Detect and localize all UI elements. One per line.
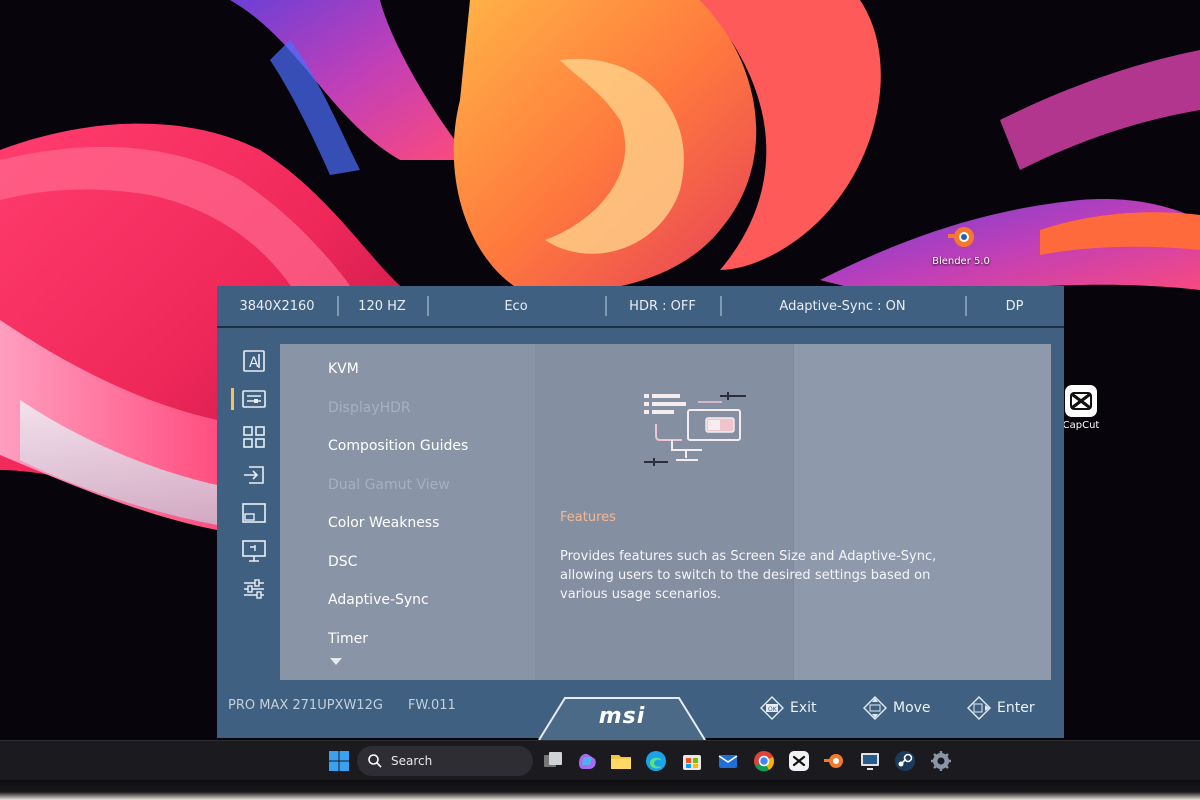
menu-item-dsc[interactable]: DSC xyxy=(328,543,528,582)
input-source-icon[interactable] xyxy=(241,462,267,488)
capcut-icon xyxy=(1065,385,1097,417)
hint-enter-label: Enter xyxy=(997,700,1035,716)
settings-icon[interactable] xyxy=(929,749,953,773)
status-adaptive-sync: Adaptive-Sync : ON xyxy=(720,286,965,326)
features-menu-list: KVM DisplayHDR Composition Guides Dual G… xyxy=(328,350,528,658)
blender-icon[interactable] xyxy=(822,749,846,773)
monitor-bezel xyxy=(0,780,1200,800)
copilot-icon[interactable] xyxy=(575,749,599,773)
osd-footer: PRO MAX 271UPXW12G FW.011 msi OK Exit Mo… xyxy=(217,680,1064,740)
monitor-osd-menu: 3840X2160 120 HZ Eco HDR : OFF Adaptive-… xyxy=(217,286,1064,740)
chrome-icon[interactable] xyxy=(752,749,776,773)
menu-item-color-weakness[interactable]: Color Weakness xyxy=(328,504,528,543)
feature-title: Features xyxy=(560,510,616,525)
joystick-press-icon: OK xyxy=(760,696,784,720)
menu-item-kvm[interactable]: KVM xyxy=(328,350,528,389)
pip-icon[interactable] xyxy=(241,500,267,526)
joystick-enter-icon xyxy=(967,696,991,720)
capcut-icon[interactable] xyxy=(787,749,811,773)
settings-icon[interactable] xyxy=(241,576,267,602)
taskbar-search-box[interactable]: Search xyxy=(357,746,533,776)
scroll-down-arrow-icon[interactable] xyxy=(330,658,342,665)
hint-exit-label: Exit xyxy=(790,700,817,716)
menu-item-timer[interactable]: Timer xyxy=(328,620,528,659)
hint-enter: Enter xyxy=(967,696,1035,720)
svg-text:OK: OK xyxy=(768,706,778,713)
start-button-icon[interactable] xyxy=(327,749,351,773)
status-refresh-rate: 120 HZ xyxy=(337,286,427,326)
search-label: Search xyxy=(391,754,433,768)
status-resolution: 3840X2160 xyxy=(239,298,315,314)
remote-icon[interactable] xyxy=(858,749,882,773)
image-icon[interactable] xyxy=(241,538,267,564)
hint-exit: OK Exit xyxy=(760,696,817,720)
menu-item-composition-guides[interactable]: Composition Guides xyxy=(328,427,528,466)
joystick-move-icon xyxy=(863,696,887,720)
desktop-icon-blender[interactable]: Blender 5.0 xyxy=(926,220,996,267)
hint-move-label: Move xyxy=(893,700,931,716)
osd-sidebar: A xyxy=(229,346,281,680)
hint-move: Move xyxy=(863,696,931,720)
osd-status-bar: 3840X2160 120 HZ Eco HDR : OFF Adaptive-… xyxy=(217,286,1064,328)
task-view-icon[interactable] xyxy=(541,749,565,773)
store-icon[interactable] xyxy=(680,749,704,773)
gaming-icon[interactable]: A xyxy=(241,348,267,374)
edge-icon[interactable] xyxy=(644,749,668,773)
feature-description: Provides features such as Screen Size an… xyxy=(560,549,937,602)
svg-text:A: A xyxy=(249,355,259,371)
menu-item-displayhdr: DisplayHDR xyxy=(328,399,411,416)
features-icon[interactable] xyxy=(231,386,267,412)
menu-item-dual-gamut-view: Dual Gamut View xyxy=(328,476,450,493)
desktop-icon-label: Blender 5.0 xyxy=(932,256,990,267)
status-input: DP xyxy=(965,286,1064,326)
features-illustration-icon xyxy=(644,392,746,466)
blender-icon xyxy=(948,227,974,247)
layout-icon[interactable] xyxy=(241,424,267,450)
msi-logo: msi xyxy=(537,694,707,740)
mail-icon[interactable] xyxy=(716,749,740,773)
osd-content-panel: KVM DisplayHDR Composition Guides Dual G… xyxy=(280,344,1051,680)
status-profile: Eco xyxy=(427,286,605,326)
menu-item-adaptive-sync[interactable]: Adaptive-Sync xyxy=(328,581,528,620)
model-name: PRO MAX 271UPXW12G xyxy=(228,698,383,713)
status-hdr: HDR : OFF xyxy=(605,286,720,326)
file-explorer-icon[interactable] xyxy=(609,749,633,773)
search-icon xyxy=(368,754,382,768)
windows-taskbar: Search xyxy=(0,740,1200,780)
steam-icon[interactable] xyxy=(893,749,917,773)
firmware-version: FW.011 xyxy=(408,698,456,713)
